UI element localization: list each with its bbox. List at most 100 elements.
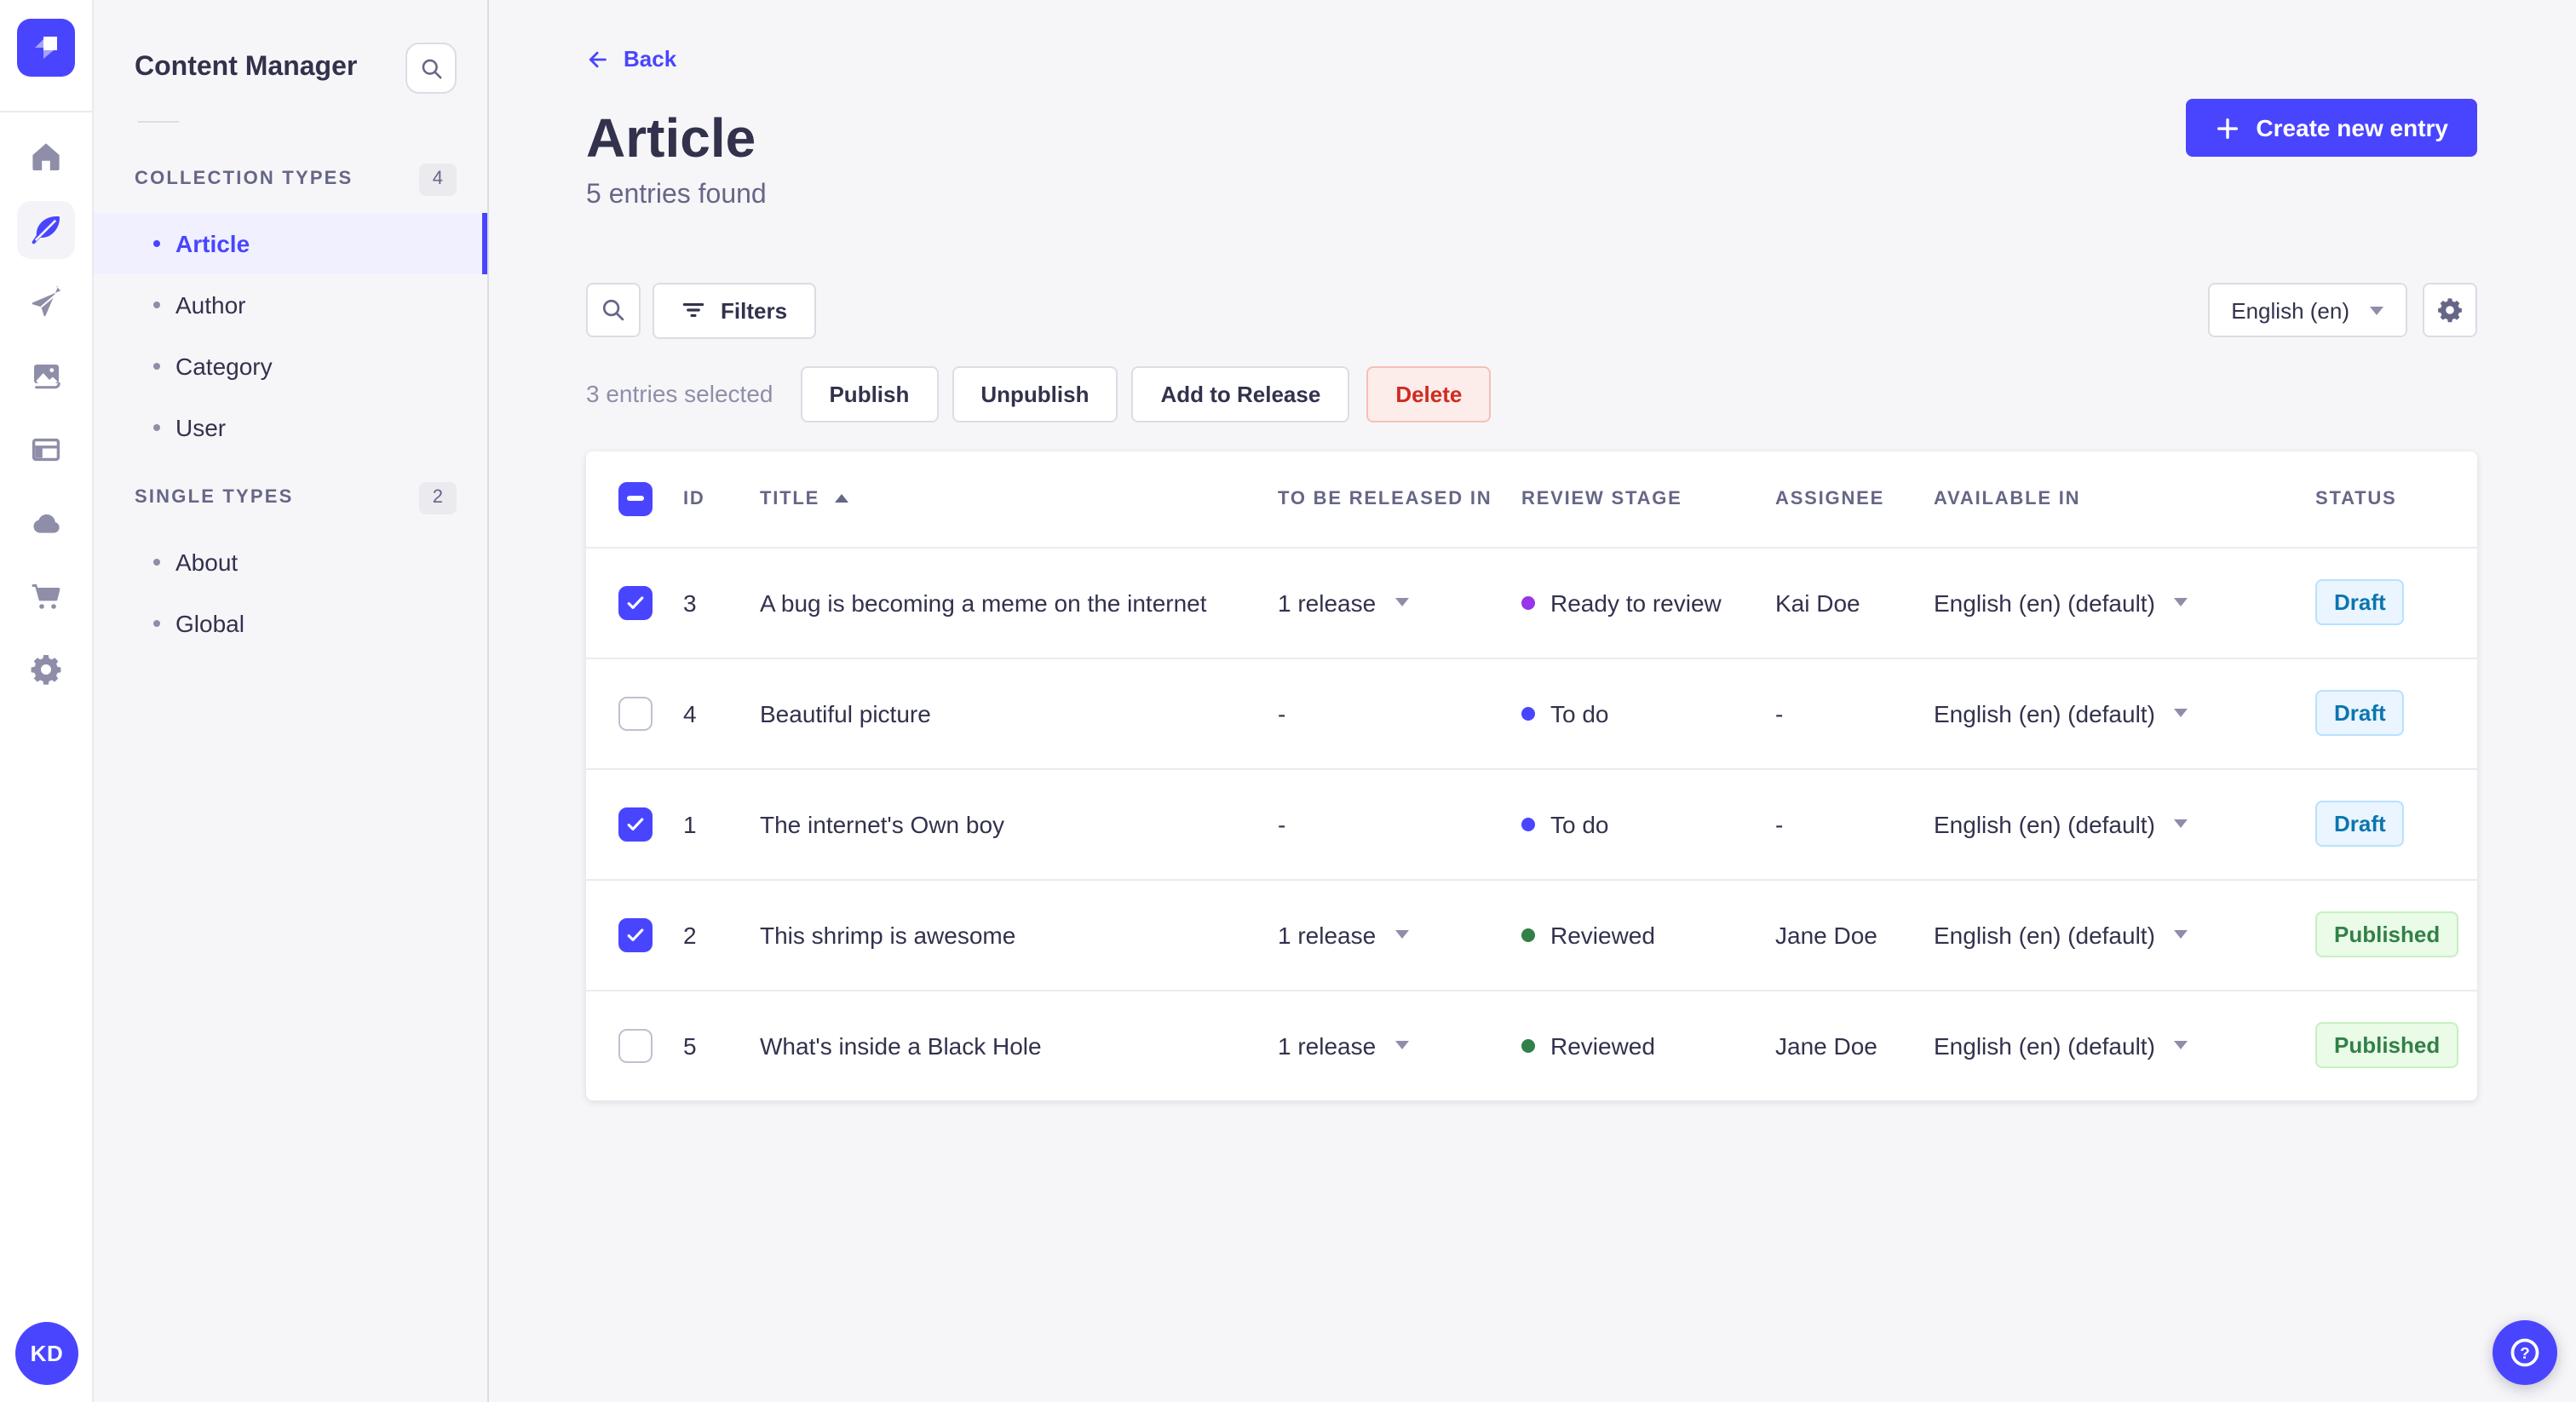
chevron-down-icon — [2173, 1041, 2188, 1049]
feather-icon[interactable] — [17, 201, 75, 259]
cell-available-in[interactable]: English (en) (default) — [1923, 1031, 2305, 1059]
sidebar-item-user[interactable]: User — [94, 397, 487, 458]
select-all-checkbox[interactable] — [618, 481, 653, 515]
column-header-to-be-released-in[interactable]: TO BE RELEASED IN — [1268, 488, 1511, 509]
cell-status: Draft — [2305, 579, 2477, 625]
cell-assignee: Jane Doe — [1775, 1031, 1877, 1059]
cell-to-be-released-in[interactable]: 1 release — [1268, 589, 1511, 616]
cell-status: Published — [2305, 911, 2477, 957]
main-nav: KD — [0, 0, 94, 1402]
row-checkbox[interactable] — [618, 917, 653, 951]
paper-plane-icon[interactable] — [17, 274, 75, 332]
strapi-logo[interactable] — [17, 19, 75, 77]
table-row[interactable]: 5 What's inside a Black Hole 1 release Revi… — [586, 989, 2477, 1100]
cart-icon[interactable] — [17, 567, 75, 625]
column-header-review-stage[interactable]: REVIEW STAGE — [1511, 488, 1765, 509]
cell-available-in[interactable]: English (en) (default) — [1923, 921, 2305, 948]
cell-id: 5 — [683, 1031, 697, 1059]
column-header-id[interactable]: ID — [668, 488, 750, 509]
locale-select[interactable]: English (en) — [2207, 283, 2407, 337]
row-checkbox[interactable] — [618, 696, 653, 730]
table-row[interactable]: 3 A bug is becoming a meme on the interne… — [586, 546, 2477, 657]
cell-available-in[interactable]: English (en) (default) — [1923, 810, 2305, 837]
sidebar-item-article[interactable]: Article — [94, 213, 487, 274]
toolbar: Filters English (en) — [586, 282, 2477, 338]
table-row[interactable]: 4 Beautiful picture - To do - English (en) (d… — [586, 657, 2477, 767]
layout-icon[interactable] — [17, 421, 75, 479]
user-avatar[interactable]: KD — [15, 1322, 78, 1385]
subnav-search-button[interactable] — [405, 43, 457, 94]
selection-bar: 3 entries selected Publish Unpublish Add… — [586, 365, 2477, 422]
section-count-badge: 4 — [418, 163, 457, 195]
table-row[interactable]: 2 This shrimp is awesome 1 release Reviewed… — [586, 878, 2477, 989]
sort-ascending-icon — [835, 494, 849, 503]
row-checkbox[interactable] — [618, 585, 653, 619]
row-checkbox[interactable] — [618, 1028, 653, 1062]
cell-available-in[interactable]: English (en) (default) — [1923, 699, 2305, 727]
chevron-down-icon — [2173, 598, 2188, 606]
entries-count: 5 entries found — [586, 180, 767, 209]
collection-types-section-header: COLLECTION TYPES 4 — [135, 160, 457, 198]
view-settings-button[interactable] — [2423, 283, 2477, 337]
column-header-status[interactable]: STATUS — [2305, 488, 2477, 509]
app: KD Content Manager COLLECTION TYPES 4 Ar… — [0, 0, 2576, 1402]
cell-to-be-released-in: - — [1268, 699, 1511, 727]
column-header-assignee[interactable]: ASSIGNEE — [1765, 488, 1923, 509]
search-button[interactable] — [586, 283, 641, 337]
row-select-cell — [586, 696, 668, 730]
svg-text:?: ? — [2520, 1345, 2530, 1363]
sidebar-item-category[interactable]: Category — [94, 336, 487, 397]
selection-count: 3 entries selected — [586, 380, 773, 407]
table-header-row: ID TITLE TO BE RELEASED IN REVIEW STAGE … — [586, 451, 2477, 546]
cloud-icon[interactable] — [17, 494, 75, 552]
table-row[interactable]: 1 The internet's Own boy - To do - English (e… — [586, 767, 2477, 878]
cell-to-be-released-in[interactable]: 1 release — [1268, 1031, 1511, 1059]
table-body: 3 A bug is becoming a meme on the interne… — [586, 546, 2477, 1100]
locale-label: English (en) (default) — [1934, 589, 2155, 616]
bullet-icon — [153, 363, 160, 370]
release-label: 1 release — [1278, 1031, 1377, 1059]
cell-assignee: Jane Doe — [1775, 921, 1877, 948]
media-images-icon[interactable] — [17, 348, 75, 405]
gear-icon[interactable] — [17, 641, 75, 698]
single-types-list: About Global — [94, 531, 487, 654]
help-button[interactable]: ? — [2493, 1320, 2557, 1385]
entries-table: ID TITLE TO BE RELEASED IN REVIEW STAGE … — [586, 451, 2477, 1100]
chevron-down-icon — [2173, 930, 2188, 939]
subnav-title: Content Manager — [135, 53, 358, 82]
stage-dot-icon — [1521, 817, 1535, 830]
chevron-down-icon — [1394, 598, 1409, 606]
stage-label: Ready to review — [1550, 589, 1722, 616]
column-header-title[interactable]: TITLE — [750, 488, 1268, 509]
sidebar-item-global[interactable]: Global — [94, 593, 487, 654]
row-checkbox[interactable] — [618, 807, 653, 841]
cell-to-be-released-in[interactable]: 1 release — [1268, 921, 1511, 948]
delete-button[interactable]: Delete — [1366, 365, 1492, 422]
cell-review-stage: Ready to review — [1511, 589, 1765, 616]
publish-button[interactable]: Publish — [800, 365, 939, 422]
release-label: 1 release — [1278, 589, 1377, 616]
cell-title: The internet's Own boy — [760, 810, 1005, 837]
stage-label: Reviewed — [1550, 921, 1655, 948]
create-new-entry-label: Create new entry — [2256, 114, 2448, 141]
sidebar-item-author[interactable]: Author — [94, 274, 487, 336]
cell-available-in[interactable]: English (en) (default) — [1923, 589, 2305, 616]
back-label: Back — [624, 46, 677, 72]
add-to-release-button[interactable]: Add to Release — [1131, 365, 1350, 422]
home-icon[interactable] — [17, 128, 75, 186]
column-header-available-in[interactable]: AVAILABLE IN — [1923, 488, 2305, 509]
back-link[interactable]: Back — [586, 46, 676, 72]
create-new-entry-button[interactable]: Create new entry — [2186, 99, 2477, 157]
bullet-icon — [153, 559, 160, 566]
stage-dot-icon — [1521, 1038, 1535, 1052]
locale-select-value: English (en) — [2231, 297, 2349, 323]
chevron-down-icon — [1394, 1041, 1409, 1049]
cell-title: What's inside a Black Hole — [760, 1031, 1042, 1059]
nav-icons — [0, 112, 92, 698]
row-select-cell — [586, 1028, 668, 1062]
chevron-down-icon — [2173, 709, 2188, 717]
sidebar-item-about[interactable]: About — [94, 531, 487, 593]
cell-review-stage: Reviewed — [1511, 1031, 1765, 1059]
unpublish-button[interactable]: Unpublish — [952, 365, 1118, 422]
filters-button[interactable]: Filters — [653, 282, 817, 338]
